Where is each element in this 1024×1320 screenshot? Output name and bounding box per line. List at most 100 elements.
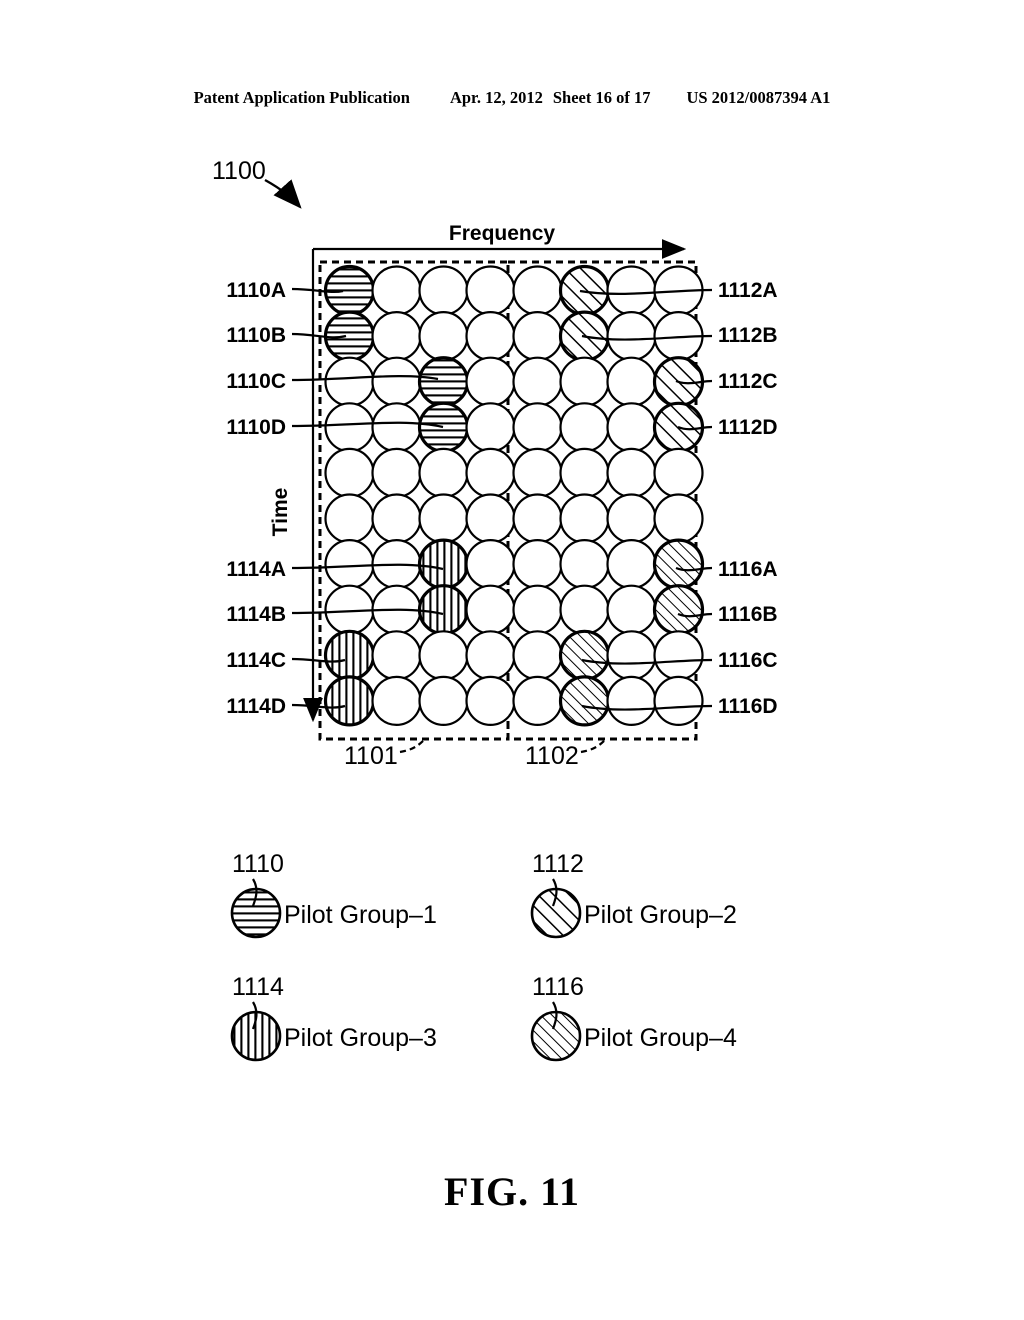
legend: 1110 Pilot Group–1 1112 Pilot Group–2 11…: [230, 850, 737, 1062]
callout-1114A: 1114A: [226, 558, 286, 581]
resource-element: [606, 493, 657, 544]
diagram-ref-arrow: [264, 178, 302, 209]
resource-element: [606, 356, 657, 407]
resource-element: [371, 356, 422, 407]
resource-element-1110A: [323, 264, 376, 317]
resource-element: [371, 265, 422, 316]
callout-1112A: 1112A: [718, 279, 778, 302]
resource-element: [606, 265, 657, 316]
resource-element-1110C: [417, 356, 470, 408]
resource-element: [465, 447, 516, 498]
resource-element: [418, 265, 469, 316]
resource-element-1110D: [417, 401, 470, 453]
resource-element-1116D: [558, 675, 611, 727]
resource-element: [371, 675, 422, 727]
figure-diagram: 1100 Frequency Time 1110A 1110B 1110C 11…: [212, 157, 778, 1062]
resource-element: [465, 311, 516, 362]
resource-element: [465, 402, 516, 453]
resource-element: [371, 493, 422, 544]
resource-element: [653, 447, 704, 498]
resource-element: [465, 265, 516, 316]
resource-element: [371, 311, 422, 362]
sub-block-label-1101: 1101: [344, 742, 398, 770]
resource-element-1116A: [652, 538, 705, 590]
callout-1112B: 1112B: [718, 324, 778, 347]
resource-element: [418, 447, 469, 498]
resource-element: [653, 630, 704, 681]
resource-element-1114B: [417, 584, 470, 636]
resource-element: [465, 493, 516, 544]
resource-element: [465, 584, 516, 635]
y-axis-label: Time: [269, 488, 292, 537]
resource-element: [559, 447, 610, 498]
figure-page: Patent Application Publication Apr. 12, …: [0, 0, 1024, 1320]
resource-element: [512, 630, 563, 681]
resource-element: [653, 675, 704, 727]
resource-element-1112A: [558, 264, 611, 317]
callout-1114D: 1114D: [226, 695, 286, 718]
legend-ref-1114: 1114: [232, 973, 284, 1001]
callout-1116A: 1116A: [718, 558, 778, 581]
callout-1116C: 1116C: [718, 649, 778, 672]
resource-element-1114C: [323, 629, 376, 681]
resource-element: [512, 675, 563, 727]
resource-element: [371, 447, 422, 498]
legend-label-pilot-group-1: Pilot Group–1: [284, 901, 437, 929]
resource-element: [324, 493, 375, 544]
resource-element: [606, 402, 657, 453]
leader-lines-left-top: [291, 287, 444, 429]
callout-1112D: 1112D: [718, 416, 778, 439]
legend-ref-1110: 1110: [232, 850, 284, 878]
resource-element: [371, 630, 422, 681]
resource-element: [606, 311, 657, 362]
callout-group-right-top: 1112A 1112B 1112C 1112D: [718, 279, 778, 439]
callout-group-left-bottom: 1114A 1114B 1114C 1114D: [226, 558, 286, 718]
resource-element: [512, 402, 563, 453]
resource-element: [606, 538, 657, 590]
legend-ref-1116: 1116: [532, 973, 584, 1001]
callout-1110C: 1110C: [226, 370, 286, 393]
resource-element-1116C: [558, 629, 611, 681]
legend-label-pilot-group-4: Pilot Group–4: [584, 1024, 737, 1052]
resource-element: [606, 584, 657, 635]
resource-element: [606, 447, 657, 498]
resource-element: [559, 356, 610, 407]
leader-1102: [580, 739, 606, 754]
resource-element: [418, 675, 469, 727]
resource-element-1116B: [652, 584, 705, 636]
resource-element: [418, 630, 469, 681]
resource-element: [512, 538, 563, 590]
resource-element: [512, 447, 563, 498]
resource-element: [465, 538, 516, 590]
resource-element: [512, 493, 563, 544]
diagram-ref-1100: 1100: [212, 157, 266, 185]
callout-group-left-top: 1110A 1110B 1110C 1110D: [226, 279, 286, 439]
sub-block-label-1102: 1102: [525, 742, 579, 770]
resource-element: [465, 675, 516, 727]
callout-1114B: 1114B: [226, 603, 286, 626]
resource-element: [559, 402, 610, 453]
resource-element: [512, 584, 563, 635]
resource-element: [559, 584, 610, 635]
callout-1110A: 1110A: [226, 279, 286, 302]
resource-grid: [323, 264, 705, 727]
callout-1110D: 1110D: [226, 416, 286, 439]
leader-1101: [399, 739, 425, 754]
resource-element: [324, 402, 375, 453]
callout-group-right-bottom: 1116A 1116B 1116C 1116D: [718, 558, 778, 718]
resource-element: [512, 265, 563, 316]
resource-element: [324, 356, 375, 407]
callout-1116B: 1116B: [718, 603, 778, 626]
resource-element: [324, 538, 375, 590]
resource-element-1114A: [417, 538, 470, 590]
resource-element: [559, 493, 610, 544]
resource-element: [324, 447, 375, 498]
callout-1114C: 1114C: [226, 649, 286, 672]
resource-element: [512, 311, 563, 362]
callout-1116D: 1116D: [718, 695, 778, 718]
callout-1110B: 1110B: [226, 324, 286, 347]
resource-element: [465, 630, 516, 681]
figure-caption: FIG. 11: [444, 1169, 580, 1214]
resource-element: [559, 538, 610, 590]
resource-element: [606, 630, 657, 681]
